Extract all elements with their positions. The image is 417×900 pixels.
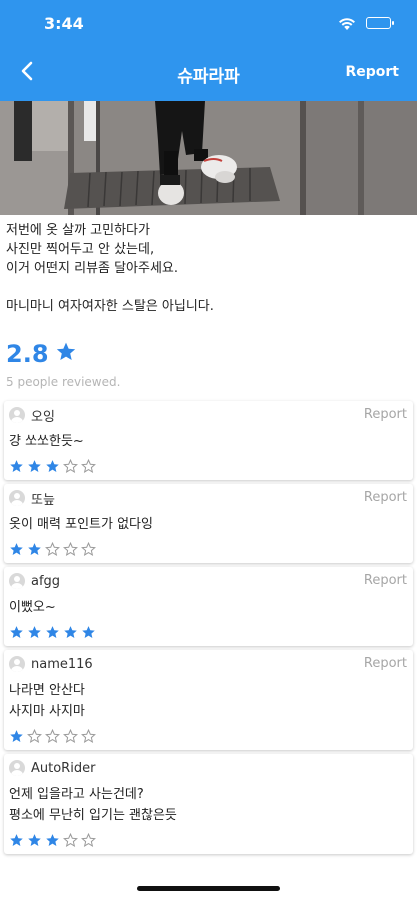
star-empty-icon xyxy=(81,728,96,744)
star-filled-icon xyxy=(27,459,42,474)
star-filled-icon xyxy=(27,833,42,848)
reviewer-name: 또늪 xyxy=(31,492,55,508)
description-line-2: 마니마니 여자여자한 스탈은 아닙니다. xyxy=(6,299,214,314)
star-icon xyxy=(55,341,77,367)
star-rating xyxy=(9,541,408,557)
review-text: 이뻤오~ xyxy=(9,600,56,615)
review-text: 나라면 안산다 사지마 사지마 xyxy=(9,683,85,719)
star-filled-icon xyxy=(45,833,60,848)
star-filled-icon xyxy=(81,625,96,640)
post-description: 저번에 옷 살까 고민하다가 사진만 찍어두고 안 샀는데, 이거 어떤지 리뷰… xyxy=(6,221,214,316)
report-review-button[interactable]: Report xyxy=(364,407,407,422)
star-empty-icon xyxy=(27,728,42,744)
status-time: 3:44 xyxy=(44,14,84,33)
report-post-button[interactable]: Report xyxy=(345,64,399,80)
user-avatar-icon xyxy=(9,760,25,776)
review-card: 오잉 Report 걍 쏘쏘한듯~ xyxy=(4,401,413,480)
star-filled-icon xyxy=(27,542,42,557)
star-filled-icon xyxy=(27,625,42,640)
battery-icon xyxy=(366,16,394,29)
star-filled-icon xyxy=(45,459,60,474)
chevron-left-icon xyxy=(20,61,34,85)
star-filled-icon xyxy=(9,459,24,474)
star-filled-icon xyxy=(63,625,78,640)
review-card: 또늪 Report 옷이 매력 포인트가 없다잉 xyxy=(4,484,413,563)
reviewer-name: AutoRider xyxy=(31,760,96,776)
star-empty-icon xyxy=(45,541,60,557)
average-rating: 2.8 xyxy=(6,340,77,368)
star-rating xyxy=(9,624,408,640)
star-filled-icon xyxy=(9,729,24,744)
star-empty-icon xyxy=(63,832,78,848)
description-line-1: 저번에 옷 살까 고민하다가 사진만 찍어두고 안 샀는데, 이거 어떤지 리뷰… xyxy=(6,223,179,276)
user-avatar-icon xyxy=(9,407,25,423)
user-avatar-icon xyxy=(9,656,25,672)
review-card: name116 Report 나라면 안산다 사지마 사지마 xyxy=(4,650,413,750)
review-text: 걍 쏘쏘한듯~ xyxy=(9,434,84,449)
status-icons xyxy=(338,16,394,30)
review-text: 언제 입을라고 사는건데? 평소에 무난히 입기는 괜찮은듯 xyxy=(9,787,177,823)
back-button[interactable] xyxy=(12,58,42,88)
star-empty-icon xyxy=(63,458,78,474)
user-avatar-icon xyxy=(9,573,25,589)
review-count: 5 people reviewed. xyxy=(6,375,121,389)
star-filled-icon xyxy=(9,625,24,640)
report-review-button[interactable]: Report xyxy=(364,573,407,588)
user-avatar-icon xyxy=(9,490,25,506)
review-card: afgg Report 이뻤오~ xyxy=(4,567,413,646)
review-list: 오잉 Report 걍 쏘쏘한듯~ 또늪 Report 옷이 매력 포인트가 없… xyxy=(4,401,413,858)
star-rating xyxy=(9,832,408,848)
star-empty-icon xyxy=(81,832,96,848)
star-empty-icon xyxy=(63,541,78,557)
report-review-button[interactable]: Report xyxy=(364,656,407,671)
reviewer-name: name116 xyxy=(31,656,93,672)
star-rating xyxy=(9,728,408,744)
home-indicator xyxy=(137,886,280,891)
star-empty-icon xyxy=(45,728,60,744)
reviewer-name: afgg xyxy=(31,573,61,589)
wifi-icon xyxy=(338,16,356,30)
star-filled-icon xyxy=(45,625,60,640)
header-bar: 3:44 슈파라파 Report xyxy=(0,0,417,101)
star-rating xyxy=(9,458,408,474)
star-empty-icon xyxy=(81,541,96,557)
star-filled-icon xyxy=(9,542,24,557)
rating-value: 2.8 xyxy=(6,340,49,368)
star-empty-icon xyxy=(81,458,96,474)
report-review-button[interactable]: Report xyxy=(364,490,407,505)
star-empty-icon xyxy=(63,728,78,744)
reviewer-name: 오잉 xyxy=(31,409,55,425)
post-photo xyxy=(0,101,417,215)
review-card: AutoRider 언제 입을라고 사는건데? 평소에 무난히 입기는 괜찮은듯 xyxy=(4,754,413,854)
star-filled-icon xyxy=(9,833,24,848)
review-text: 옷이 매력 포인트가 없다잉 xyxy=(9,517,153,532)
